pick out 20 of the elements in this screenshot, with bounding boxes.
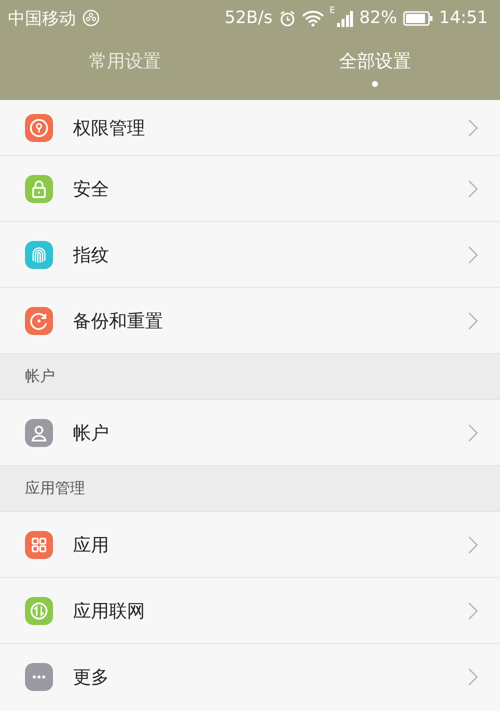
notification-icon bbox=[82, 9, 100, 27]
chevron-icon bbox=[468, 180, 478, 198]
battery-icon bbox=[403, 10, 433, 26]
alarm-icon bbox=[278, 10, 296, 26]
chevron-icon bbox=[468, 118, 478, 136]
signal-icon bbox=[337, 9, 354, 27]
network-speed: 52B/s bbox=[224, 8, 273, 28]
section-header: 应用管理 bbox=[0, 466, 500, 512]
network-type: E bbox=[330, 6, 336, 16]
chevron-icon bbox=[468, 312, 478, 330]
chevron-icon bbox=[468, 246, 478, 264]
chevron-icon bbox=[468, 536, 478, 554]
wifi-icon bbox=[302, 10, 324, 26]
chevron-icon bbox=[468, 602, 478, 620]
carrier-name: 中国移动 bbox=[8, 8, 76, 30]
battery-percent: 82% bbox=[359, 8, 397, 28]
chevron-icon bbox=[468, 424, 478, 442]
section-header: 帐户 bbox=[0, 354, 500, 400]
clock: 14:51 bbox=[439, 8, 488, 28]
chevron-icon bbox=[468, 668, 478, 686]
